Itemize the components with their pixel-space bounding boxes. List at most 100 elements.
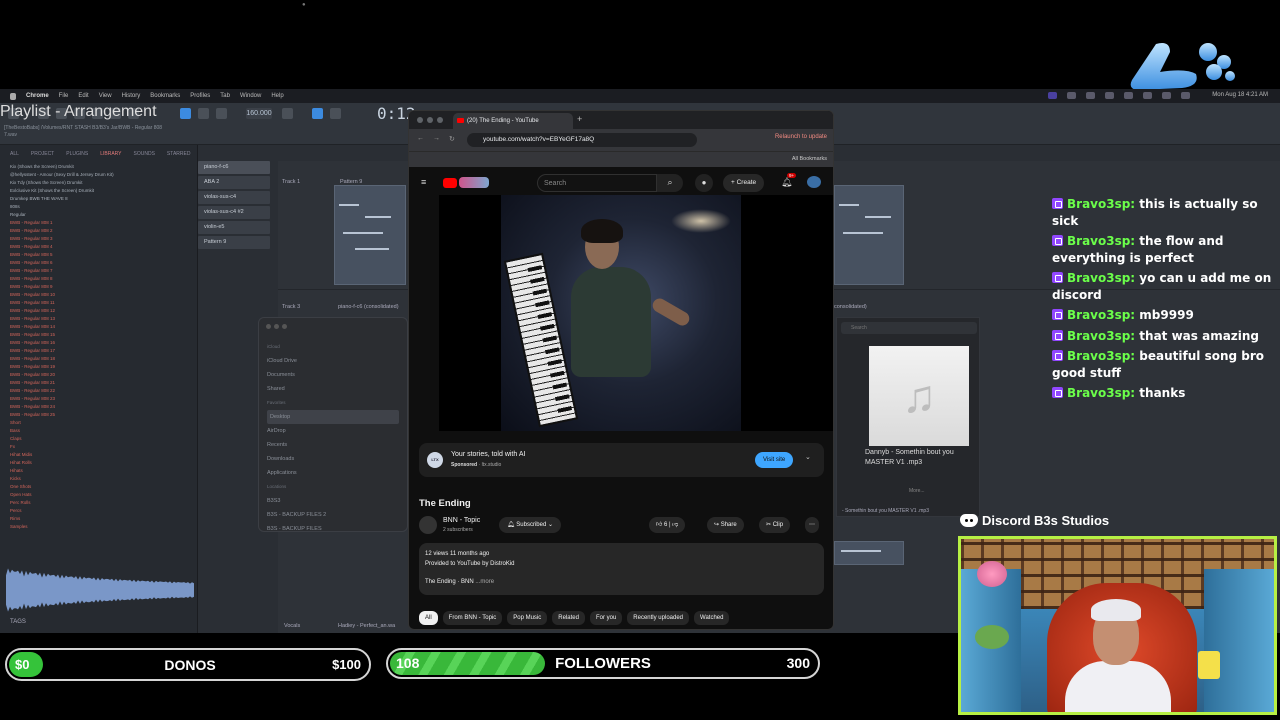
browser-item[interactable]: BWB - Regular 808 3 <box>10 235 197 243</box>
browser-item[interactable]: BWB - Regular 808 7 <box>10 267 197 275</box>
browser-item[interactable]: BWB - Regular 808 16 <box>10 339 197 347</box>
menubar-item-tab[interactable]: Tab <box>220 93 230 99</box>
finder-item[interactable]: Recents <box>267 438 399 452</box>
chip[interactable]: From BNN - Topic <box>442 611 503 625</box>
menubar-clock[interactable]: Mon Aug 18 4:21 AM <box>1212 92 1268 98</box>
tray-app-icon[interactable] <box>1086 92 1095 99</box>
finder-item[interactable]: B3S - BACKUP FILES 2 <box>267 508 399 522</box>
browser-item[interactable]: BWB - Regular 808 20 <box>10 371 197 379</box>
show-more-link[interactable]: ...more <box>475 579 494 585</box>
youtube-logo-icon[interactable] <box>443 178 457 188</box>
pattern-clip[interactable] <box>834 541 904 565</box>
browser-item[interactable]: Hihats <box>10 467 197 475</box>
browser-item[interactable]: Kix (Shows the Screen) Drumkit <box>10 163 197 171</box>
browser-item[interactable]: BWB - Regular 808 1 <box>10 219 197 227</box>
notifications-bell-icon[interactable]: 🔔︎ <box>781 177 792 188</box>
channel-item[interactable]: violas-sus-c4 #2 <box>198 206 270 219</box>
new-tab-icon[interactable]: + <box>577 114 582 124</box>
menubar-item-help[interactable]: Help <box>271 93 283 99</box>
browser-item[interactable]: BWB - Regular 808 6 <box>10 259 197 267</box>
address-bar[interactable]: youtube.com/watch?v=EBYeGF17a8Q <box>467 133 697 147</box>
browser-tab[interactable]: PROJECT <box>31 151 54 157</box>
browser-item[interactable]: Drumkep BWB THE WAVE 8 <box>10 195 197 203</box>
chip[interactable]: All <box>419 611 438 625</box>
menubar-item-profiles[interactable]: Profiles <box>190 93 210 99</box>
browser-item[interactable]: BWB - Regular 808 8 <box>10 275 197 283</box>
pattern-clip[interactable] <box>334 185 406 285</box>
tray-app-icon[interactable] <box>1124 92 1133 99</box>
browser-item[interactable]: BWB - Regular 808 11 <box>10 299 197 307</box>
browser-item[interactable]: Hihat Rolls <box>10 459 197 467</box>
channel-item[interactable]: violas-sus-c4 <box>198 191 270 204</box>
browser-tab[interactable]: PLUGINS <box>66 151 88 157</box>
stop-icon[interactable] <box>216 108 227 119</box>
like-button[interactable]: 👍︎ 6 | 👎︎ <box>649 517 686 533</box>
youtube-doodle-icon[interactable] <box>459 177 489 188</box>
hamburger-menu-icon[interactable]: ≡ <box>421 177 426 187</box>
browser-item[interactable]: BWB - Regular 808 12 <box>10 307 197 315</box>
browser-item[interactable]: BWB - Regular 808 24 <box>10 403 197 411</box>
mode-icon[interactable] <box>180 108 191 119</box>
channel-name[interactable]: BNN - Topic <box>443 517 480 524</box>
tray-app-icon[interactable] <box>1105 92 1114 99</box>
browser-item[interactable]: BWB - Regular 808 25 <box>10 411 197 419</box>
browser-item[interactable]: Hihat Midis <box>10 451 197 459</box>
browser-tab[interactable]: SOUNDS <box>134 151 155 157</box>
play-icon[interactable] <box>198 108 209 119</box>
pattern-clip[interactable] <box>834 185 904 285</box>
finder-item[interactable]: iCloud Drive <box>267 354 399 368</box>
finder-item[interactable]: Downloads <box>267 452 399 466</box>
browser-item[interactable]: BWB - Regular 808 18 <box>10 355 197 363</box>
more-actions-icon[interactable]: ⋯ <box>805 517 819 533</box>
browser-item[interactable]: Bass <box>10 427 197 435</box>
finder-search[interactable]: Search <box>841 322 977 334</box>
share-button[interactable]: ↪ Share <box>707 517 744 533</box>
browser-item[interactable]: One Shots <box>10 483 197 491</box>
browser-item[interactable]: Open Hats <box>10 491 197 499</box>
browser-item[interactable]: Perc Rolls <box>10 499 197 507</box>
metronome-icon[interactable] <box>282 108 293 119</box>
chip[interactable]: Recently uploaded <box>627 611 689 625</box>
track-label[interactable]: Track 3 <box>282 304 300 310</box>
zoom-icon[interactable] <box>282 324 287 329</box>
chevron-down-icon[interactable]: ⌄ <box>805 453 811 461</box>
browser-tab[interactable]: ALL <box>10 151 19 157</box>
youtube-search-input[interactable]: Search <box>537 174 657 192</box>
avatar[interactable] <box>807 176 821 188</box>
zoom-icon[interactable] <box>437 117 443 123</box>
browser-item[interactable]: Claps <box>10 435 197 443</box>
relaunch-button[interactable]: Relaunch to update <box>775 134 827 140</box>
browser-item[interactable]: BWB - Regular 808 23 <box>10 395 197 403</box>
subscribed-button[interactable]: 🔔︎ Subscribed ⌄ <box>499 517 562 533</box>
browser-tab[interactable]: STARRED <box>167 151 191 157</box>
finder-item[interactable]: Documents <box>267 368 399 382</box>
pattern-mode-icon[interactable] <box>312 108 323 119</box>
finder-item[interactable]: Shared <box>267 382 399 396</box>
all-bookmarks[interactable]: All Bookmarks <box>792 156 827 162</box>
browser-item[interactable]: Kicks <box>10 475 197 483</box>
clip-button[interactable]: ✂ Clip <box>759 517 791 533</box>
browser-item[interactable]: BWB - Regular 808 5 <box>10 251 197 259</box>
browser-item[interactable]: Kix Tdy (Shows the Screen) Drumkit <box>10 179 197 187</box>
browser-item[interactable]: BWB - Regular 808 22 <box>10 387 197 395</box>
bpm-display[interactable]: 160.000 <box>246 108 272 119</box>
menubar-item-view[interactable]: View <box>99 93 112 99</box>
tray-app-icon[interactable] <box>1067 92 1076 99</box>
close-icon[interactable] <box>266 324 271 329</box>
youtube-video-player[interactable] <box>439 195 833 431</box>
clip-label[interactable]: piano-f-c6 (consolidated) <box>338 304 399 310</box>
track-label[interactable]: Vocals <box>284 623 300 629</box>
browser-item[interactable]: Short <box>10 419 197 427</box>
finder-item[interactable]: B3S - BACKUP FILES <box>267 522 399 536</box>
browser-item[interactable]: @hellysstent - Amour (Sexy Drill & Jerse… <box>10 171 197 179</box>
music-file-name[interactable]: Dannyb - Somethin bout you MASTER V1 .mp… <box>865 448 977 468</box>
snap-icon[interactable] <box>330 108 341 119</box>
minimize-icon[interactable] <box>274 324 279 329</box>
browser-item[interactable]: 808s <box>10 203 197 211</box>
video-description[interactable]: 12 views 11 months ago Provided to YouTu… <box>419 543 824 595</box>
browser-item[interactable]: BWB - Regular 808 2 <box>10 227 197 235</box>
close-icon[interactable] <box>417 117 423 123</box>
channel-item[interactable]: violin-e5 <box>198 221 270 234</box>
menubar-item-window[interactable]: Window <box>240 93 261 99</box>
browser-item[interactable]: BWB - Regular 808 17 <box>10 347 197 355</box>
